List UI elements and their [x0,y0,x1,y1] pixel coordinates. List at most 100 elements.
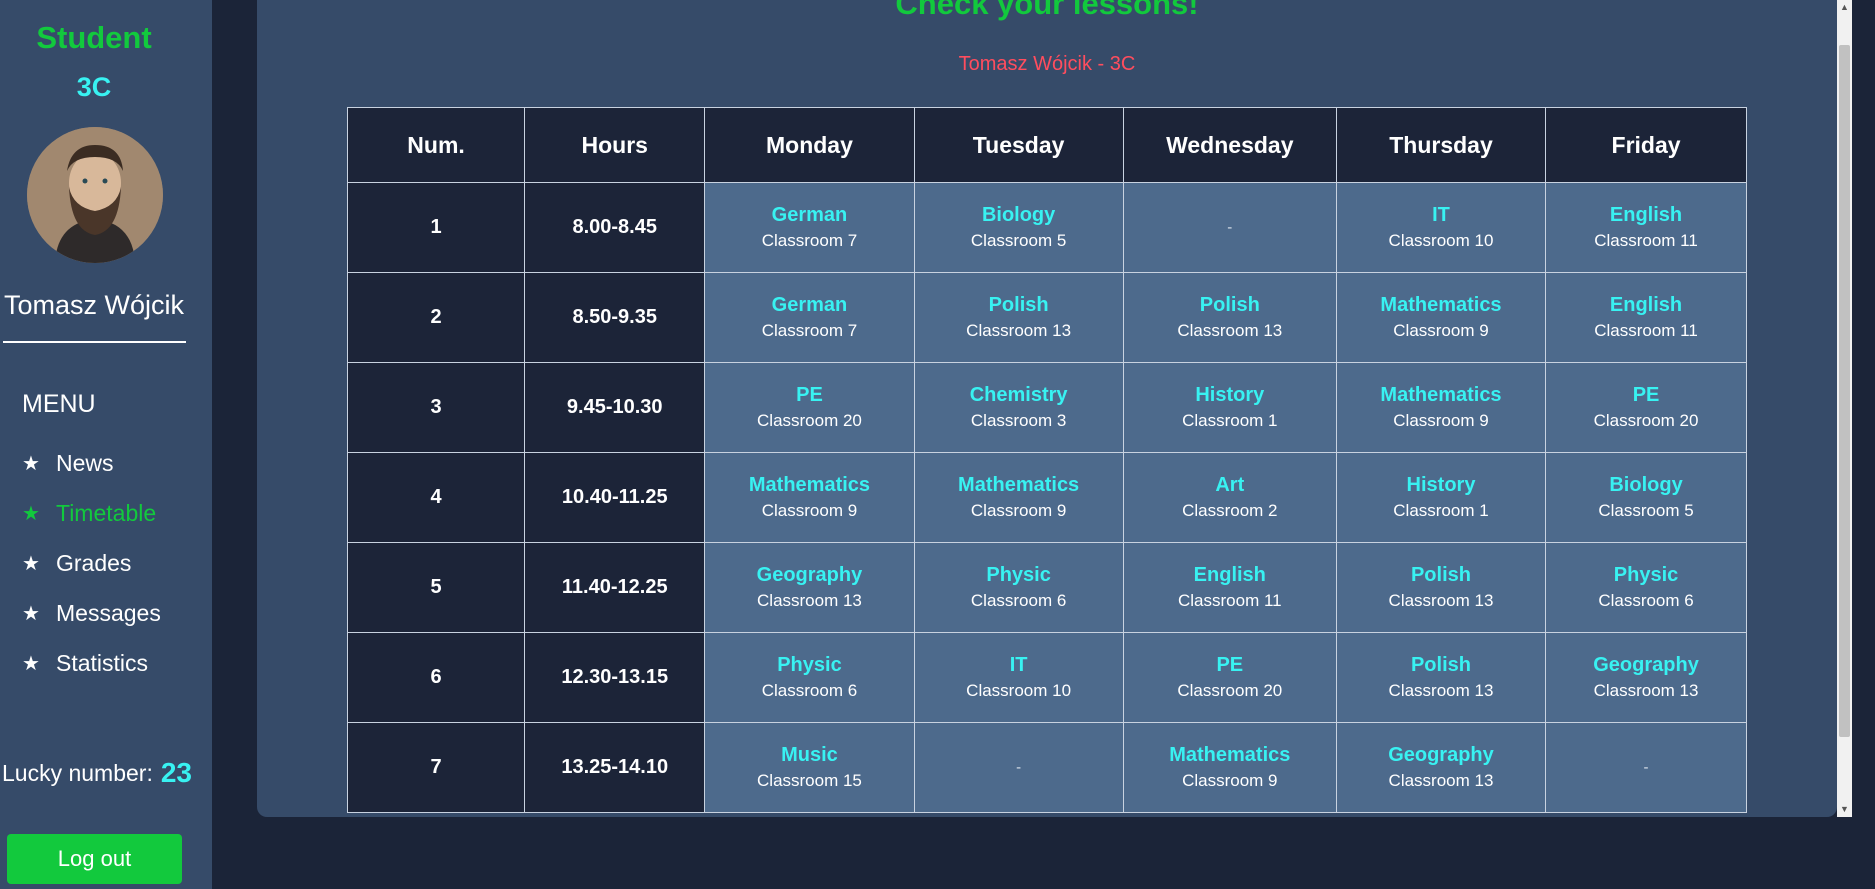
lesson-cell: PE Classroom 20 [1545,362,1747,453]
lesson-room: Classroom 10 [1388,230,1494,250]
lesson-room: Classroom 9 [761,500,858,520]
menu-item-label: News [56,449,114,476]
lesson-cell: Polish Classroom 13 [913,272,1124,363]
lesson-room: Classroom 2 [1182,500,1278,520]
lesson-subject: Biology [1609,473,1683,496]
menu-item-timetable[interactable]: ★ Timetable [22,488,161,538]
lesson-room: Classroom 13 [1177,320,1283,340]
star-icon: ★ [22,652,40,675]
table-row: 1 8.00-8.45 German Classroom 7 Biology Classr… [346,182,1747,273]
lesson-cell: Mathematics Classroom 9 [913,452,1124,543]
lesson-cell: Physic Classroom 6 [913,542,1124,633]
lesson-room: Classroom 10 [966,680,1072,700]
lesson-room: Classroom 5 [1598,500,1694,520]
lesson-room: Classroom 9 [1393,410,1489,430]
lesson-subject: Mathematics [1380,293,1502,316]
lesson-room: Classroom 7 [761,230,858,250]
lesson-cell: PE Classroom 20 [704,362,915,453]
lesson-cell: Mathematics Classroom 9 [1335,272,1547,363]
lesson-cell: Geography Classroom 13 [1335,722,1547,813]
page-title: Check your lessons! [895,0,1199,21]
lesson-room: Classroom 13 [1388,590,1494,610]
table-row: 6 12.30-13.15 Physic Classroom 6 IT Classroom… [346,632,1747,723]
logout-button[interactable]: Log out [7,834,182,884]
lesson-subject: German [771,293,848,316]
lesson-room: Classroom 1 [1393,500,1489,520]
lesson-number: 6 [346,632,526,723]
page-subtitle: Tomasz Wójcik - 3C [958,53,1136,75]
lesson-cell: Art Classroom 2 [1122,452,1337,543]
lesson-cell: German Classroom 7 [704,272,915,363]
star-icon: ★ [22,502,40,525]
lesson-cell: - [1122,182,1337,273]
lesson-cell: Physic Classroom 6 [1545,542,1747,633]
menu-item-statistics[interactable]: ★ Statistics [22,638,161,688]
lesson-cell: PE Classroom 20 [1122,632,1337,723]
lesson-cell: Chemistry Classroom 3 [913,362,1124,453]
lesson-cell: - [913,722,1124,813]
lesson-room: Classroom 20 [1177,680,1283,700]
menu-item-label: Grades [56,549,132,576]
lesson-hours: 13.25-14.10 [524,722,706,813]
lesson-room: Classroom 9 [970,500,1067,520]
lesson-subject: Geography [1593,653,1699,676]
lesson-subject: Polish [988,293,1049,316]
lesson-room: Classroom 15 [757,770,862,790]
header-cell: Friday [1545,107,1747,183]
lesson-subject: Mathematics [1169,743,1291,766]
lesson-subject: Polish [1199,293,1260,316]
lesson-cell: Biology Classroom 5 [913,182,1124,273]
lesson-cell: Polish Classroom 13 [1335,632,1547,723]
lesson-hours: 9.45-10.30 [524,362,706,453]
table-row: 7 13.25-14.10 Music Classroom 15 - Mathematic… [346,722,1747,813]
timetable: Num. Hours Monday Tuesday Wednesday Thur… [346,107,1747,813]
lesson-room: Classroom 13 [1388,680,1494,700]
scroll-down-icon[interactable]: ▼ [1837,802,1852,817]
star-icon: ★ [22,552,40,575]
lesson-cell: - [1545,722,1747,813]
lesson-room: Classroom 3 [970,410,1067,430]
timetable-header-row: Num. Hours Monday Tuesday Wednesday Thur… [346,107,1747,183]
lesson-subject: Chemistry [969,383,1068,406]
lesson-room: Classroom 6 [970,590,1067,610]
table-row: 4 10.40-11.25 Mathematics Classroom 9 Mathem… [346,452,1747,543]
scrollbar[interactable]: ▲ ▼ [1837,0,1852,817]
header-cell: Hours [524,107,706,183]
scroll-thumb[interactable] [1839,45,1850,737]
sidebar: Student 3C Tomasz Wójcik MENU ★ News ★ T… [0,0,212,889]
lesson-room: Classroom 1 [1182,410,1278,430]
lesson-room: Classroom 13 [1388,770,1494,790]
lesson-subject: PE [1216,653,1244,676]
avatar [27,127,163,263]
lesson-subject: History [1406,473,1476,496]
menu-item-messages[interactable]: ★ Messages [22,588,161,638]
lesson-hours: 12.30-13.15 [524,632,706,723]
lesson-cell: IT Classroom 10 [1335,182,1547,273]
lesson-cell: History Classroom 1 [1335,452,1547,543]
lesson-number: 5 [346,542,526,633]
star-icon: ★ [22,452,40,475]
header-cell: Wednesday [1122,107,1337,183]
lesson-room: Classroom 11 [1594,230,1698,250]
lesson-room: Classroom 6 [1598,590,1694,610]
lesson-hours: 10.40-11.25 [524,452,706,543]
lesson-subject: Physic [986,563,1051,586]
lesson-cell: Mathematics Classroom 9 [704,452,915,543]
menu-item-grades[interactable]: ★ Grades [22,538,161,588]
lesson-number: 1 [346,182,526,273]
lesson-subject: English [1609,203,1683,226]
lesson-subject: Mathematics [1380,383,1502,406]
header-cell: Thursday [1335,107,1547,183]
table-row: 5 11.40-12.25 Geography Classroom 13 Physic C… [346,542,1747,633]
lesson-room: Classroom 5 [970,230,1067,250]
lesson-number: 2 [346,272,526,363]
lesson-room: Classroom 6 [761,680,858,700]
lesson-room: Classroom 11 [1594,320,1698,340]
lesson-cell: English Classroom 11 [1545,182,1747,273]
scroll-up-icon[interactable]: ▲ [1837,0,1852,15]
lesson-subject: PE [1632,383,1660,406]
lesson-subject: Geography [756,563,863,586]
menu-item-news[interactable]: ★ News [22,438,161,488]
lesson-room: Classroom 20 [757,410,862,430]
lesson-number: 4 [346,452,526,543]
